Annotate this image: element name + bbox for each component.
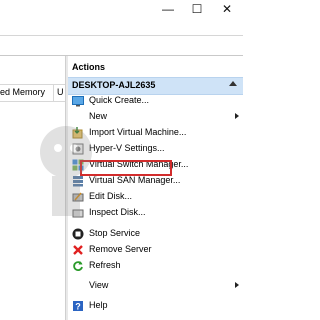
edit-disk-icon	[72, 192, 84, 202]
action-view[interactable]: View	[68, 278, 243, 294]
toolbar	[0, 36, 243, 55]
action-label: Help	[89, 300, 108, 310]
action-new[interactable]: New	[68, 109, 243, 125]
action-label: Import Virtual Machine...	[89, 127, 187, 137]
action-label: View	[89, 280, 109, 290]
settings-icon	[72, 143, 84, 155]
action-label: Refresh	[89, 260, 121, 270]
action-label: Remove Server	[89, 244, 152, 254]
help-icon: ?	[73, 301, 83, 312]
inspect-disk-icon	[72, 209, 84, 218]
import-vm-icon	[72, 127, 83, 139]
submenu-arrow-icon	[235, 113, 239, 119]
close-button[interactable]: ✕	[219, 2, 235, 16]
vm-grid-header: ed Memory U	[0, 84, 65, 102]
action-label: Quick Create...	[89, 95, 150, 105]
action-refresh[interactable]: Refresh	[68, 258, 243, 274]
san-manager-icon	[73, 176, 83, 187]
remove-icon	[73, 245, 83, 255]
action-hyper-v-settings[interactable]: Hyper-V Settings...	[68, 141, 243, 157]
collapse-arrow-icon[interactable]	[229, 81, 237, 86]
quick-create-icon	[72, 96, 84, 107]
action-remove-server[interactable]: Remove Server	[68, 242, 243, 258]
minimize-button[interactable]: —	[160, 2, 176, 16]
action-quick-create[interactable]: Quick Create...	[68, 93, 243, 109]
action-label: Inspect Disk...	[89, 207, 146, 217]
actions-panel: Actions DESKTOP-AJL2635 Quick Create... …	[68, 56, 243, 320]
action-label: Hyper-V Settings...	[89, 143, 165, 153]
action-inspect-disk[interactable]: Inspect Disk...	[68, 205, 243, 221]
refresh-icon	[73, 261, 83, 271]
action-label: New	[89, 111, 108, 121]
highlight-box	[80, 160, 172, 176]
actions-title: Actions	[72, 62, 106, 72]
title-bar: — ☐ ✕	[0, 0, 243, 20]
server-name: DESKTOP-AJL2635	[72, 80, 156, 90]
action-label: Virtual SAN Manager...	[89, 175, 181, 185]
action-label: Stop Service	[89, 228, 141, 238]
action-help[interactable]: ? Help	[68, 298, 243, 314]
action-stop-service[interactable]: Stop Service	[68, 226, 243, 242]
menu-bar	[0, 20, 243, 35]
stop-icon	[72, 228, 84, 240]
column-header-assigned-memory[interactable]: ed Memory	[0, 87, 45, 97]
column-divider[interactable]	[53, 85, 54, 101]
action-label: Edit Disk...	[89, 191, 133, 201]
column-header-uptime[interactable]: U	[57, 87, 64, 97]
action-edit-disk[interactable]: Edit Disk...	[68, 189, 243, 205]
submenu-arrow-icon	[235, 282, 239, 288]
svg-text:?: ?	[75, 302, 81, 312]
maximize-button[interactable]: ☐	[189, 2, 205, 16]
action-import-vm[interactable]: Import Virtual Machine...	[68, 125, 243, 141]
